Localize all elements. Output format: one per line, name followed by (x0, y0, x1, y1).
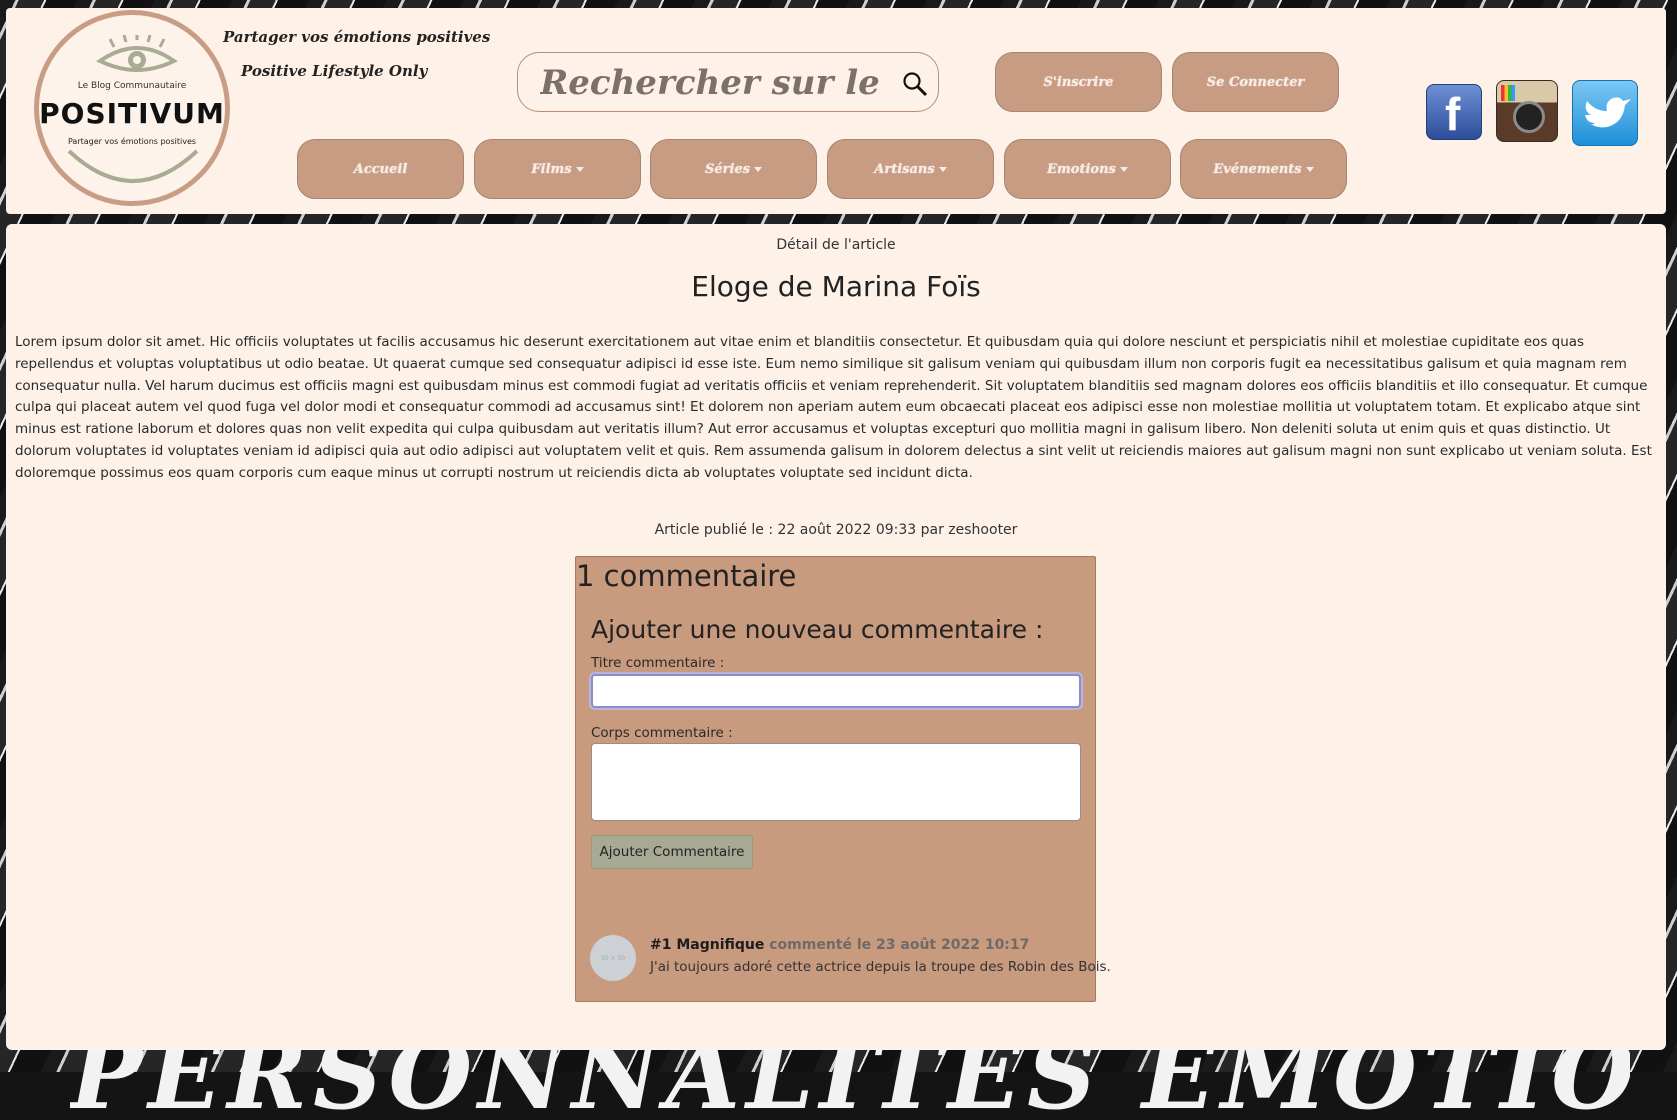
comment-body-label: Corps commentaire : (591, 725, 733, 741)
article-title: Eloge de Marina Foïs (691, 270, 981, 303)
comment-title: #1 Magnifique (650, 937, 765, 953)
site-logo[interactable]: Le Blog Communautaire POSITIVUM Partager… (34, 10, 230, 206)
nav-label: Accueil (353, 161, 408, 177)
comments-section: 1 commentaire Ajouter une nouveau commen… (575, 556, 1111, 1002)
comment-title-label: Titre commentaire : (591, 655, 725, 671)
chevron-down-icon (938, 166, 947, 172)
search-icon[interactable] (902, 71, 928, 97)
breadcrumb: Détail de l'article (776, 237, 896, 253)
add-comment-button[interactable]: Ajouter Commentaire (591, 835, 753, 869)
article-body: Lorem ipsum dolor sit amet. Hic officiis… (15, 334, 1652, 481)
nav-item-accueil[interactable]: Accueil (297, 139, 464, 199)
nav-item-series[interactable]: Séries (650, 139, 817, 199)
comment-body-textarea[interactable] (591, 743, 1081, 821)
search-input[interactable] (538, 57, 882, 109)
header-slogan: Positive Lifestyle Only (241, 62, 428, 80)
comment-title-input[interactable] (591, 674, 1081, 708)
nav-label: Artisans (874, 161, 935, 177)
nav-label: Evénements (1213, 161, 1302, 177)
search-box (517, 52, 939, 112)
nav-item-films[interactable]: Films (474, 139, 641, 199)
header-tagline: Partager vos émotions positives (223, 28, 491, 46)
comment-count: 1 commentaire (576, 559, 797, 593)
site-header: Le Blog Communautaire POSITIVUM Partager… (6, 8, 1666, 214)
avatar: 50 × 50 (590, 935, 636, 981)
comment-form-title: Ajouter une nouveau commentaire : (591, 615, 1044, 644)
nav-item-emotions[interactable]: Emotions (1004, 139, 1171, 199)
chevron-down-icon (1119, 166, 1128, 172)
article-panel: Détail de l'article Eloge de Marina Foïs… (6, 224, 1666, 1050)
chevron-down-icon (1305, 166, 1314, 172)
login-button[interactable]: Se Connecter (1172, 52, 1339, 112)
nav-label: Séries (704, 161, 751, 177)
logo-blog-label: Le Blog Communautaire (77, 81, 187, 91)
chevron-down-icon (575, 166, 584, 172)
twitter-icon[interactable] (1572, 80, 1638, 146)
instagram-icon[interactable] (1496, 80, 1558, 142)
smile-icon (67, 149, 199, 183)
comment-header: #1 Magnifique commenté le 23 août 2022 1… (650, 937, 1029, 953)
eye-logo-icon (96, 35, 178, 72)
article-meta: Article publié le : 22 août 2022 09:33 p… (654, 522, 1018, 538)
signup-button[interactable]: S'inscrire (995, 52, 1162, 112)
nav-label: Emotions (1047, 161, 1116, 177)
comment-text: J'ai toujours adoré cette actrice depuis… (650, 959, 1111, 975)
logo-brand: POSITIVUM (39, 97, 225, 130)
nav-label: Films (531, 161, 572, 177)
facebook-icon[interactable]: f (1426, 84, 1482, 140)
nav-item-artisans[interactable]: Artisans (827, 139, 994, 199)
chevron-down-icon (754, 166, 763, 172)
nav-item-evenements[interactable]: Evénements (1180, 139, 1347, 199)
comment-date: commenté le 23 août 2022 10:17 (769, 937, 1030, 953)
